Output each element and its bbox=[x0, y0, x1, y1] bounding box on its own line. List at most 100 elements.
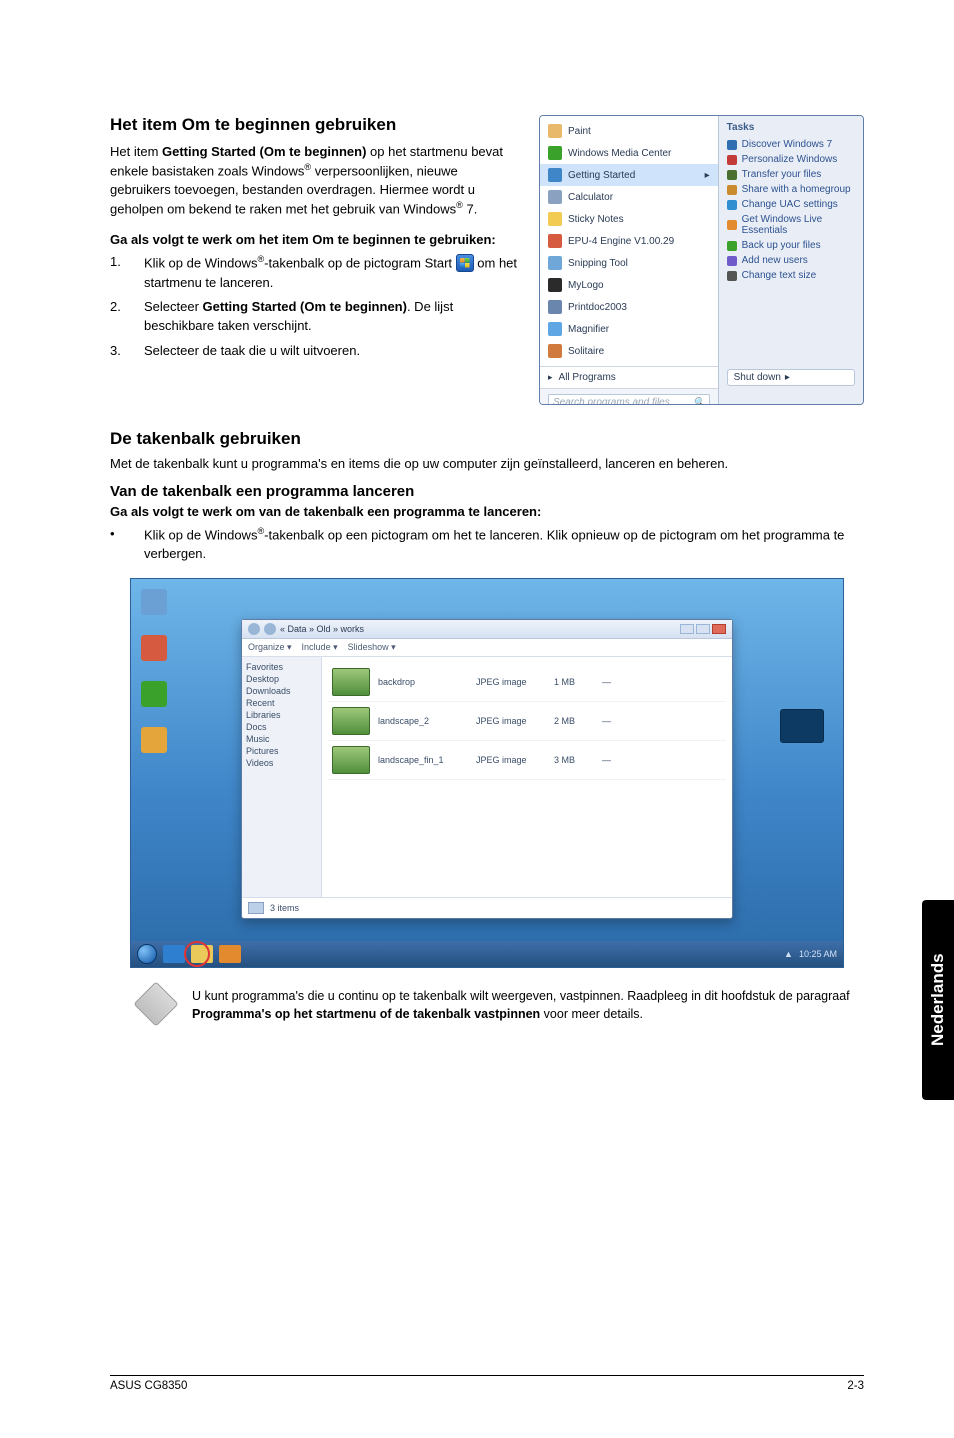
task-item[interactable]: Share with a homegroup bbox=[727, 182, 855, 197]
startmenu-item[interactable]: Getting Started▸ bbox=[540, 164, 718, 186]
system-tray[interactable]: ▲ 10:25 AM bbox=[784, 949, 837, 959]
task-item[interactable]: Transfer your files bbox=[727, 167, 855, 182]
startmenu-item[interactable]: Calculator bbox=[540, 186, 718, 208]
desktop-screenshot: « Data » Old » works Organize ▾ Include ▾… bbox=[130, 578, 844, 968]
maximize-icon[interactable] bbox=[696, 624, 710, 634]
file-row[interactable]: backdropJPEG image1 MB— bbox=[328, 663, 726, 702]
startmenu-item[interactable]: Magnifier bbox=[540, 318, 718, 340]
tray-icon[interactable]: ▲ bbox=[784, 949, 793, 959]
bullet-before: Klik op de Windows bbox=[144, 528, 257, 543]
taskbar-item[interactable] bbox=[219, 945, 241, 963]
task-item[interactable]: Back up your files bbox=[727, 238, 855, 253]
startmenu-item[interactable]: Solitaire bbox=[540, 340, 718, 362]
sidebar-item[interactable]: Desktop bbox=[246, 673, 317, 685]
task-item[interactable]: Discover Windows 7 bbox=[727, 137, 855, 152]
startmenu-item-label: Windows Media Center bbox=[568, 148, 671, 159]
task-label: Add new users bbox=[742, 255, 808, 266]
breadcrumb[interactable]: « Data » Old » works bbox=[280, 624, 364, 634]
startmenu-item-label: EPU-4 Engine V1.00.29 bbox=[568, 236, 674, 247]
file-tags: — bbox=[602, 677, 611, 687]
desktop-icon[interactable] bbox=[141, 727, 167, 753]
sidebar-item[interactable]: Favorites bbox=[246, 661, 317, 673]
start-icon bbox=[456, 254, 474, 272]
subheading-steps: Ga als volgt te werk om het item Om te b… bbox=[110, 232, 521, 247]
startmenu-item-label: Sticky Notes bbox=[568, 214, 624, 225]
chevron-right-icon: ▸ bbox=[785, 372, 790, 383]
task-item[interactable]: Change text size bbox=[727, 268, 855, 283]
shutdown-button[interactable]: Shut down ▸ bbox=[727, 369, 855, 386]
close-icon[interactable] bbox=[712, 624, 726, 634]
app-icon bbox=[548, 212, 562, 226]
task-item[interactable]: Get Windows Live Essentials bbox=[727, 212, 855, 238]
start-orb-icon[interactable] bbox=[137, 944, 157, 964]
explorer-window: « Data » Old » works Organize ▾ Include ▾… bbox=[241, 619, 733, 919]
file-row[interactable]: landscape_fin_1JPEG image3 MB— bbox=[328, 741, 726, 780]
task-label: Change text size bbox=[742, 270, 817, 281]
startmenu-item[interactable]: Windows Media Center bbox=[540, 142, 718, 164]
sidebar-item[interactable]: Docs bbox=[246, 721, 317, 733]
app-icon bbox=[548, 344, 562, 358]
sidebar-item[interactable]: Downloads bbox=[246, 685, 317, 697]
sidebar-item[interactable]: Music bbox=[246, 733, 317, 745]
nav-fwd-icon[interactable] bbox=[264, 623, 276, 635]
sidebar-item[interactable]: Videos bbox=[246, 757, 317, 769]
file-name: landscape_fin_1 bbox=[378, 755, 468, 765]
note-text: U kunt programma's die u continu op te t… bbox=[192, 988, 854, 1023]
startmenu-item-label: Paint bbox=[568, 126, 591, 137]
startmenu-item-label: Printdoc2003 bbox=[568, 302, 627, 313]
search-input[interactable]: Search programs and files bbox=[548, 394, 710, 405]
startmenu-item[interactable]: Sticky Notes bbox=[540, 208, 718, 230]
file-tags: — bbox=[602, 716, 611, 726]
startmenu-item-label: MyLogo bbox=[568, 280, 604, 291]
intro-paragraph: Het item Getting Started (Om te beginnen… bbox=[110, 143, 521, 218]
taskbar-intro: Met de takenbalk kunt u programma's en i… bbox=[110, 455, 864, 473]
file-tags: — bbox=[602, 755, 611, 765]
search-placeholder: Search programs and files bbox=[553, 397, 670, 405]
sidebar-item[interactable]: Libraries bbox=[246, 709, 317, 721]
task-label: Discover Windows 7 bbox=[742, 139, 833, 150]
heading-launch: Van de takenbalk een programma lanceren bbox=[110, 483, 864, 500]
toolbar-item[interactable]: Organize ▾ bbox=[248, 642, 292, 653]
task-label: Back up your files bbox=[742, 240, 821, 251]
desktop-icon[interactable] bbox=[141, 635, 167, 661]
task-item[interactable]: Change UAC settings bbox=[727, 197, 855, 212]
minimize-icon[interactable] bbox=[680, 624, 694, 634]
app-icon bbox=[548, 190, 562, 204]
startmenu-item-label: Snipping Tool bbox=[568, 258, 628, 269]
taskbar-item[interactable] bbox=[163, 945, 185, 963]
task-label: Get Windows Live Essentials bbox=[742, 214, 855, 236]
startmenu-item[interactable]: Printdoc2003 bbox=[540, 296, 718, 318]
startmenu-item[interactable]: Snipping Tool bbox=[540, 252, 718, 274]
toolbar-item[interactable]: Include ▾ bbox=[302, 642, 338, 653]
sidebar-item[interactable]: Pictures bbox=[246, 745, 317, 757]
gadget-icon[interactable] bbox=[777, 709, 827, 747]
nav-back-icon[interactable] bbox=[248, 623, 260, 635]
thumbnail-icon bbox=[332, 668, 370, 696]
intro-text: Het item bbox=[110, 144, 162, 159]
task-item[interactable]: Add new users bbox=[727, 253, 855, 268]
language-tab: Nederlands bbox=[922, 900, 954, 1100]
intro-text4: 7. bbox=[463, 201, 477, 216]
all-programs[interactable]: All Programs bbox=[540, 366, 718, 388]
file-name: backdrop bbox=[378, 677, 468, 687]
startmenu-item[interactable]: MyLogo bbox=[540, 274, 718, 296]
pencil-icon bbox=[133, 982, 178, 1027]
toolbar-item[interactable]: Slideshow ▾ bbox=[348, 642, 396, 653]
file-type: JPEG image bbox=[476, 677, 546, 687]
desktop-icon[interactable] bbox=[141, 589, 167, 615]
thumbnail-icon bbox=[332, 707, 370, 735]
chevron-right-icon: ▸ bbox=[705, 170, 710, 181]
task-label: Transfer your files bbox=[742, 169, 822, 180]
thumbnail-icon bbox=[332, 746, 370, 774]
startmenu-item[interactable]: Paint bbox=[540, 120, 718, 142]
task-item[interactable]: Personalize Windows bbox=[727, 152, 855, 167]
app-icon bbox=[548, 168, 562, 182]
sidebar-item[interactable]: Recent bbox=[246, 697, 317, 709]
task-label: Change UAC settings bbox=[742, 199, 838, 210]
desktop-icon[interactable] bbox=[141, 681, 167, 707]
task-icon bbox=[727, 220, 737, 230]
task-icon bbox=[727, 200, 737, 210]
file-row[interactable]: landscape_2JPEG image2 MB— bbox=[328, 702, 726, 741]
startmenu-item[interactable]: EPU-4 Engine V1.00.29 bbox=[540, 230, 718, 252]
footer-count: 3 items bbox=[270, 903, 299, 913]
